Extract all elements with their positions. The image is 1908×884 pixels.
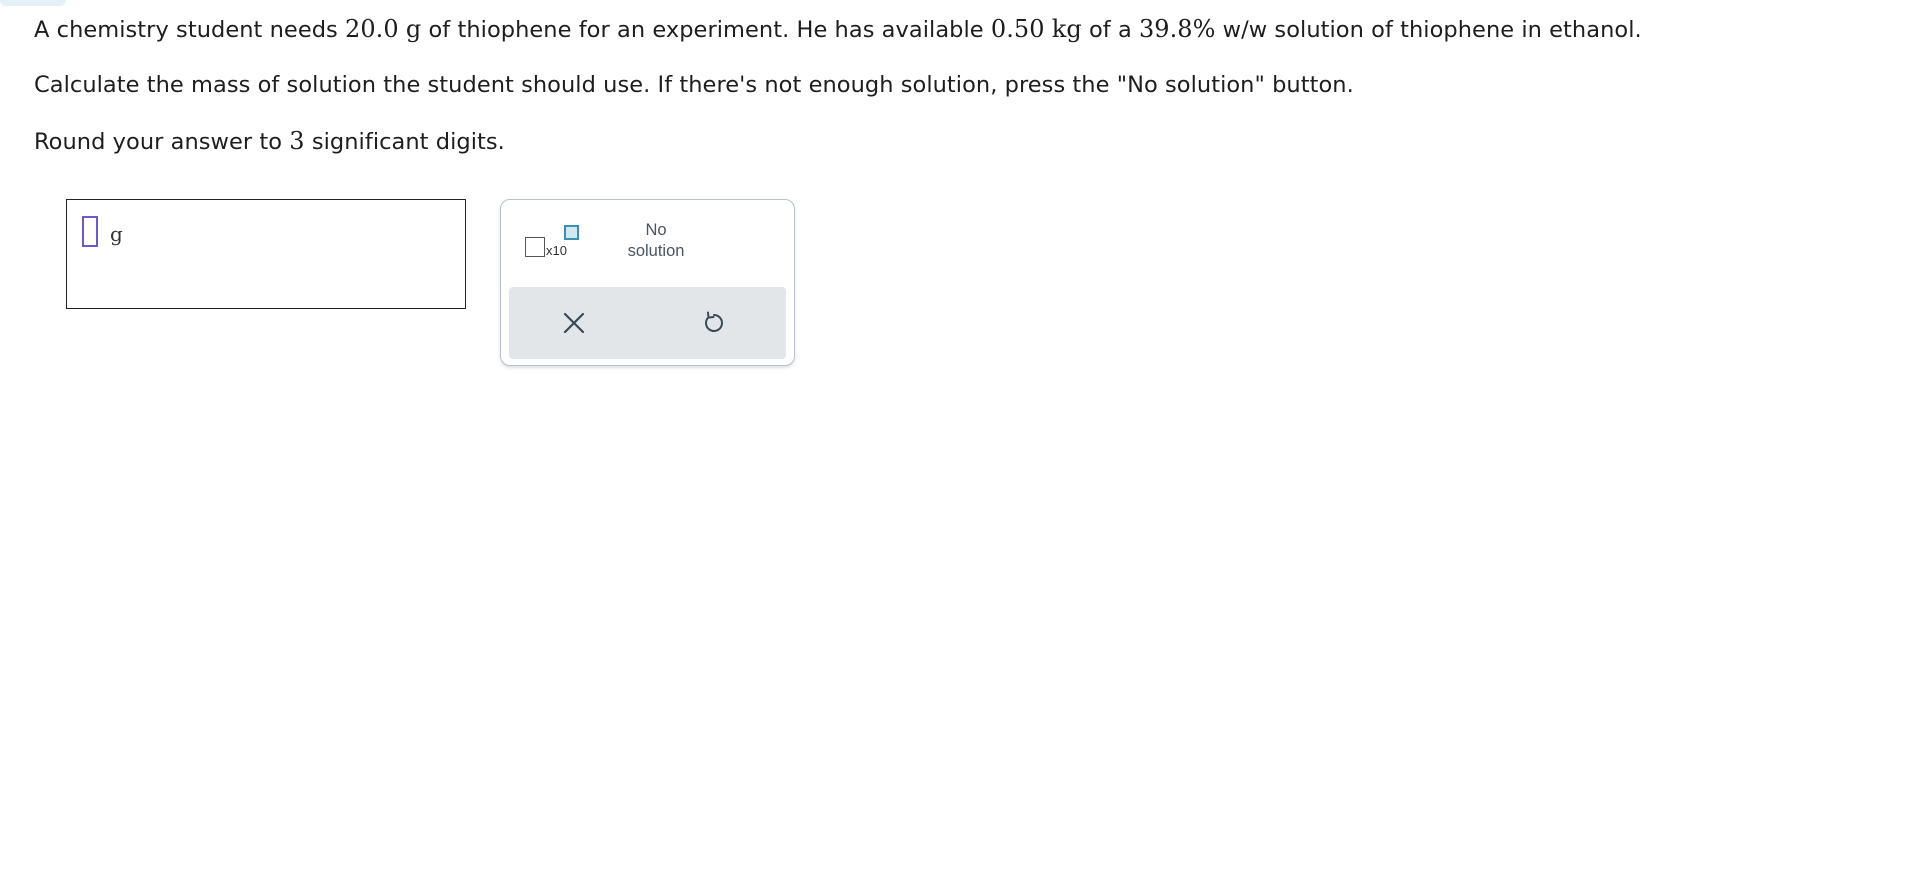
- question-text-segment: significant digits.: [304, 129, 505, 155]
- undo-icon: [705, 311, 723, 332]
- top-tab-indicator: [0, 0, 66, 6]
- undo-button[interactable]: [699, 308, 729, 338]
- question-text-segment: w/w solution of thiophene in ethanol.: [1215, 17, 1642, 43]
- answer-unit-label: g: [110, 222, 123, 246]
- no-solution-button[interactable]: No solution: [606, 220, 706, 266]
- clear-button[interactable]: [559, 308, 589, 338]
- sci-x10-label: x10: [546, 243, 567, 258]
- mass-available-unit: kg: [1051, 15, 1082, 43]
- question-line-1: A chemistry student needs 20.0 g of thio…: [34, 14, 1874, 44]
- mass-needed-unit: g: [405, 15, 422, 43]
- significant-digits-value: 3: [289, 127, 305, 155]
- question-text: A chemistry student needs 20.0 g of thio…: [34, 14, 1874, 182]
- question-text-segment: of thiophene for an experiment. He has a…: [421, 17, 991, 43]
- mass-needed-value: 20.0: [345, 15, 399, 43]
- scientific-notation-button[interactable]: x10: [521, 225, 581, 265]
- no-solution-label-line-1: No: [645, 221, 667, 239]
- question-text-segment: A chemistry student needs: [34, 17, 346, 43]
- action-bar: [509, 287, 786, 359]
- close-icon: [563, 312, 585, 334]
- sci-exponent-box-icon: [564, 225, 579, 240]
- no-solution-label-line-2: solution: [627, 242, 685, 260]
- mass-available-value: 0.50: [990, 15, 1045, 43]
- answer-tools-panel: x10 No solution: [500, 199, 795, 366]
- question-text-segment: Round your answer to: [34, 129, 290, 155]
- question-text-segment: of a: [1081, 17, 1139, 43]
- answer-input-box[interactable]: g: [66, 199, 466, 309]
- answer-input-slot[interactable]: [82, 216, 98, 247]
- question-line-2: Calculate the mass of solution the stude…: [34, 72, 1354, 98]
- percent-value: 39.8%: [1138, 15, 1216, 43]
- question-line-3: Round your answer to 3 significant digit…: [34, 126, 1874, 156]
- sci-base-box-icon: [525, 237, 545, 257]
